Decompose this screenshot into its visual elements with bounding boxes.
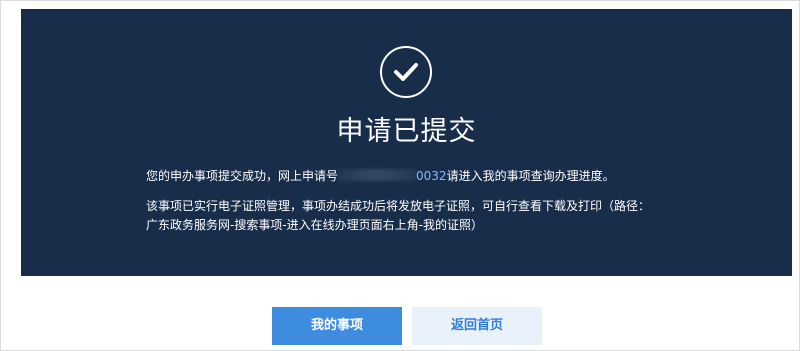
my-items-button[interactable]: 我的事项 — [272, 307, 402, 345]
message-suffix: 请进入我的事项查询办理进度。 — [446, 169, 615, 183]
application-number: 0032 — [416, 169, 447, 183]
submission-message: 您的申办事项提交成功，网上申请号 0032请进入我的事项查询办理进度。 — [146, 167, 615, 185]
masked-application-number — [338, 169, 417, 181]
certificate-note-line-2: 广东政务服务网-搜索事项-进入在线办理页面右上角-我的证照） — [146, 218, 483, 232]
checkmark-icon — [394, 63, 418, 81]
message-prefix: 您的申办事项提交成功，网上申请号 — [146, 169, 339, 183]
success-panel: 申请已提交 您的申办事项提交成功，网上申请号 0032请进入我的事项查询办理进度。… — [21, 9, 792, 276]
check-circle-icon — [380, 46, 432, 98]
result-page: 申请已提交 您的申办事项提交成功，网上申请号 0032请进入我的事项查询办理进度。… — [0, 0, 800, 351]
certificate-note-line-1: 该事项已实行电子证照管理，事项办结成功后将发放电子证照，可自行查看下载及打印（路… — [146, 199, 651, 213]
page-title: 申请已提交 — [336, 116, 477, 147]
back-home-button[interactable]: 返回首页 — [412, 307, 542, 345]
